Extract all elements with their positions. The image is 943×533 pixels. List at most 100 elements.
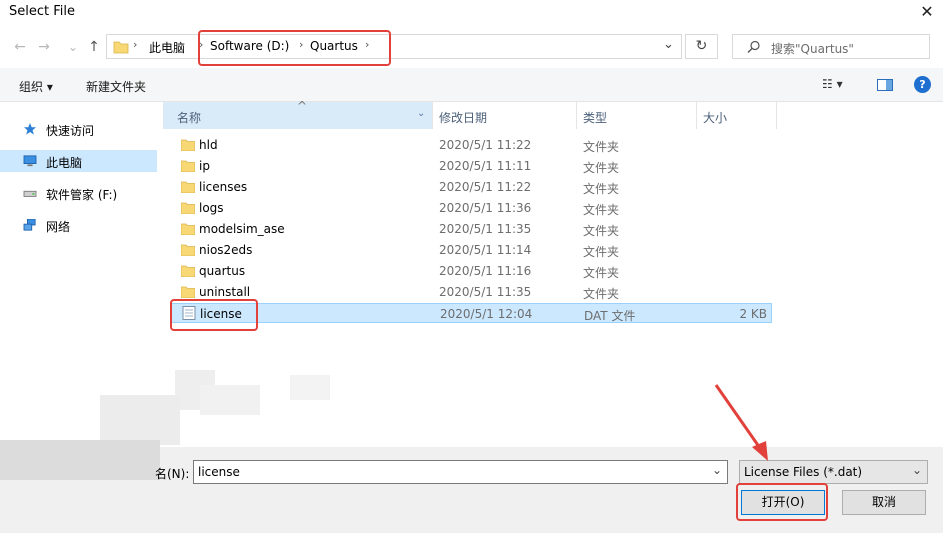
file-type: 文件夹 xyxy=(583,203,620,217)
file-name: logs xyxy=(199,201,224,215)
file-row[interactable]: ip 2020/5/1 11:11 文件夹 xyxy=(170,156,772,176)
sidebar-item-label: 网络 xyxy=(46,220,71,234)
star-icon xyxy=(24,123,36,135)
organize-menu[interactable]: 组织 ▾ xyxy=(19,78,53,95)
file-date: 2020/5/1 11:16 xyxy=(439,264,532,278)
sidebar-item-software-drive[interactable]: 软件管家 (F:) xyxy=(0,182,157,204)
file-row[interactable]: licenses 2020/5/1 11:22 文件夹 xyxy=(170,177,772,197)
file-type: 文件夹 xyxy=(583,266,620,280)
file-name: uninstall xyxy=(199,285,251,299)
file-type: 文件夹 xyxy=(583,161,620,175)
file-row[interactable]: quartus 2020/5/1 11:16 文件夹 xyxy=(170,261,772,281)
annotation-box-path xyxy=(198,30,391,66)
file-date: 2020/5/1 12:04 xyxy=(440,307,533,321)
file-row-selected[interactable]: license 2020/5/1 12:04 DAT 文件 2 KB xyxy=(170,303,772,323)
file-type: 文件夹 xyxy=(583,140,620,154)
column-header-label: 名称 xyxy=(177,111,202,125)
back-arrow-icon[interactable]: ← xyxy=(9,36,31,58)
file-date: 2020/5/1 11:11 xyxy=(439,159,532,173)
column-header-type[interactable]: 类型 xyxy=(577,102,697,129)
refresh-button[interactable]: ↻ xyxy=(685,34,718,59)
folder-icon xyxy=(181,160,195,172)
sidebar-item-this-pc[interactable]: 此电脑 xyxy=(0,150,157,172)
close-button[interactable]: ✕ xyxy=(912,0,942,26)
file-date: 2020/5/1 11:14 xyxy=(439,243,532,257)
view-options-icon[interactable]: ☷ ▾ xyxy=(822,77,843,91)
chevron-down-icon[interactable]: ⌄ xyxy=(912,463,922,477)
file-name: ip xyxy=(199,159,210,173)
file-date: 2020/5/1 11:36 xyxy=(439,201,532,215)
computer-icon xyxy=(23,155,37,167)
command-toolbar: 组织 ▾ 新建文件夹 ☷ ▾ ? xyxy=(0,68,943,102)
annotation-arrow-icon xyxy=(714,384,768,461)
cancel-button[interactable]: 取消 xyxy=(842,490,926,515)
breadcrumb-this-pc[interactable]: 此电脑 xyxy=(149,39,185,56)
file-date: 2020/5/1 11:35 xyxy=(439,285,532,299)
sidebar-item-quick-access[interactable]: 快速访问 xyxy=(0,118,157,140)
preview-pane-icon[interactable] xyxy=(877,79,893,91)
folder-icon xyxy=(181,202,195,214)
file-date: 2020/5/1 11:22 xyxy=(439,138,532,152)
drive-icon xyxy=(23,190,37,197)
blur-mask xyxy=(0,440,160,480)
file-name: hld xyxy=(199,138,218,152)
address-dropdown-icon[interactable]: ⌄ xyxy=(663,37,674,52)
column-header-label: 大小 xyxy=(703,111,728,125)
column-header-row: 名称 ^ ⌄ 修改日期 类型 大小 xyxy=(163,99,777,129)
up-arrow-icon[interactable]: ↑ xyxy=(83,36,105,58)
column-header-name[interactable]: 名称 ^ ⌄ xyxy=(163,99,433,129)
help-icon[interactable]: ? xyxy=(914,76,931,93)
file-name: quartus xyxy=(199,264,246,278)
sort-ascending-icon: ^ xyxy=(297,99,308,113)
sidebar-item-label: 快速访问 xyxy=(46,124,95,138)
file-name: nios2eds xyxy=(199,243,253,257)
sidebar-item-label: 软件管家 (F:) xyxy=(46,188,118,202)
folder-icon xyxy=(181,181,195,193)
folder-icon xyxy=(181,139,195,151)
column-header-label: 修改日期 xyxy=(439,111,488,125)
blur-mask xyxy=(290,375,330,400)
folder-icon xyxy=(181,223,195,235)
filename-field[interactable]: license ⌄ xyxy=(193,460,728,484)
search-input[interactable]: 搜索"Quartus" xyxy=(771,40,854,57)
title-bar xyxy=(0,0,943,26)
folder-icon xyxy=(181,286,195,298)
annotation-box-open xyxy=(736,483,828,521)
folder-icon xyxy=(181,265,195,277)
forward-arrow-icon[interactable]: → xyxy=(33,36,55,58)
filename-value[interactable]: license xyxy=(198,465,240,479)
file-row[interactable]: uninstall 2020/5/1 11:35 文件夹 xyxy=(170,282,772,302)
file-row[interactable]: logs 2020/5/1 11:36 文件夹 xyxy=(170,198,772,218)
column-header-date[interactable]: 修改日期 xyxy=(433,102,577,129)
filename-label: 名(N): xyxy=(155,467,190,481)
breadcrumb-separator: › xyxy=(133,38,138,51)
blur-mask xyxy=(100,395,180,445)
file-row[interactable]: modelsim_ase 2020/5/1 11:35 文件夹 xyxy=(170,219,772,239)
sidebar-item-network[interactable]: 网络 xyxy=(0,214,157,236)
filter-value: License Files (*.dat) xyxy=(744,465,863,479)
file-type: 文件夹 xyxy=(583,245,620,259)
file-row[interactable]: hld 2020/5/1 11:22 文件夹 xyxy=(170,135,772,155)
recent-locations-icon[interactable]: ⌄ xyxy=(62,36,84,58)
file-date: 2020/5/1 11:35 xyxy=(439,222,532,236)
blur-mask xyxy=(200,385,260,415)
chevron-down-icon[interactable]: ⌄ xyxy=(712,463,722,477)
folder-icon xyxy=(181,244,195,256)
file-name: modelsim_ase xyxy=(199,222,285,236)
sidebar-item-label: 此电脑 xyxy=(46,156,83,170)
file-type: 文件夹 xyxy=(583,224,620,238)
file-row[interactable]: nios2eds 2020/5/1 11:14 文件夹 xyxy=(170,240,772,260)
search-icon xyxy=(747,40,760,53)
file-size: 2 KB xyxy=(739,307,767,321)
column-dropdown-icon[interactable]: ⌄ xyxy=(417,108,425,119)
column-header-label: 类型 xyxy=(583,111,608,125)
window-title: Select File xyxy=(9,4,75,19)
file-date: 2020/5/1 11:22 xyxy=(439,180,532,194)
network-icon xyxy=(23,219,36,231)
column-header-size[interactable]: 大小 xyxy=(697,102,777,129)
file-type: 文件夹 xyxy=(583,182,620,196)
address-bar[interactable]: › 此电脑 › Software (D:) › Quartus › ⌄ xyxy=(106,34,682,59)
search-box[interactable]: 搜索"Quartus" xyxy=(732,34,930,59)
new-folder-button[interactable]: 新建文件夹 xyxy=(86,78,146,95)
file-name: licenses xyxy=(199,180,248,194)
